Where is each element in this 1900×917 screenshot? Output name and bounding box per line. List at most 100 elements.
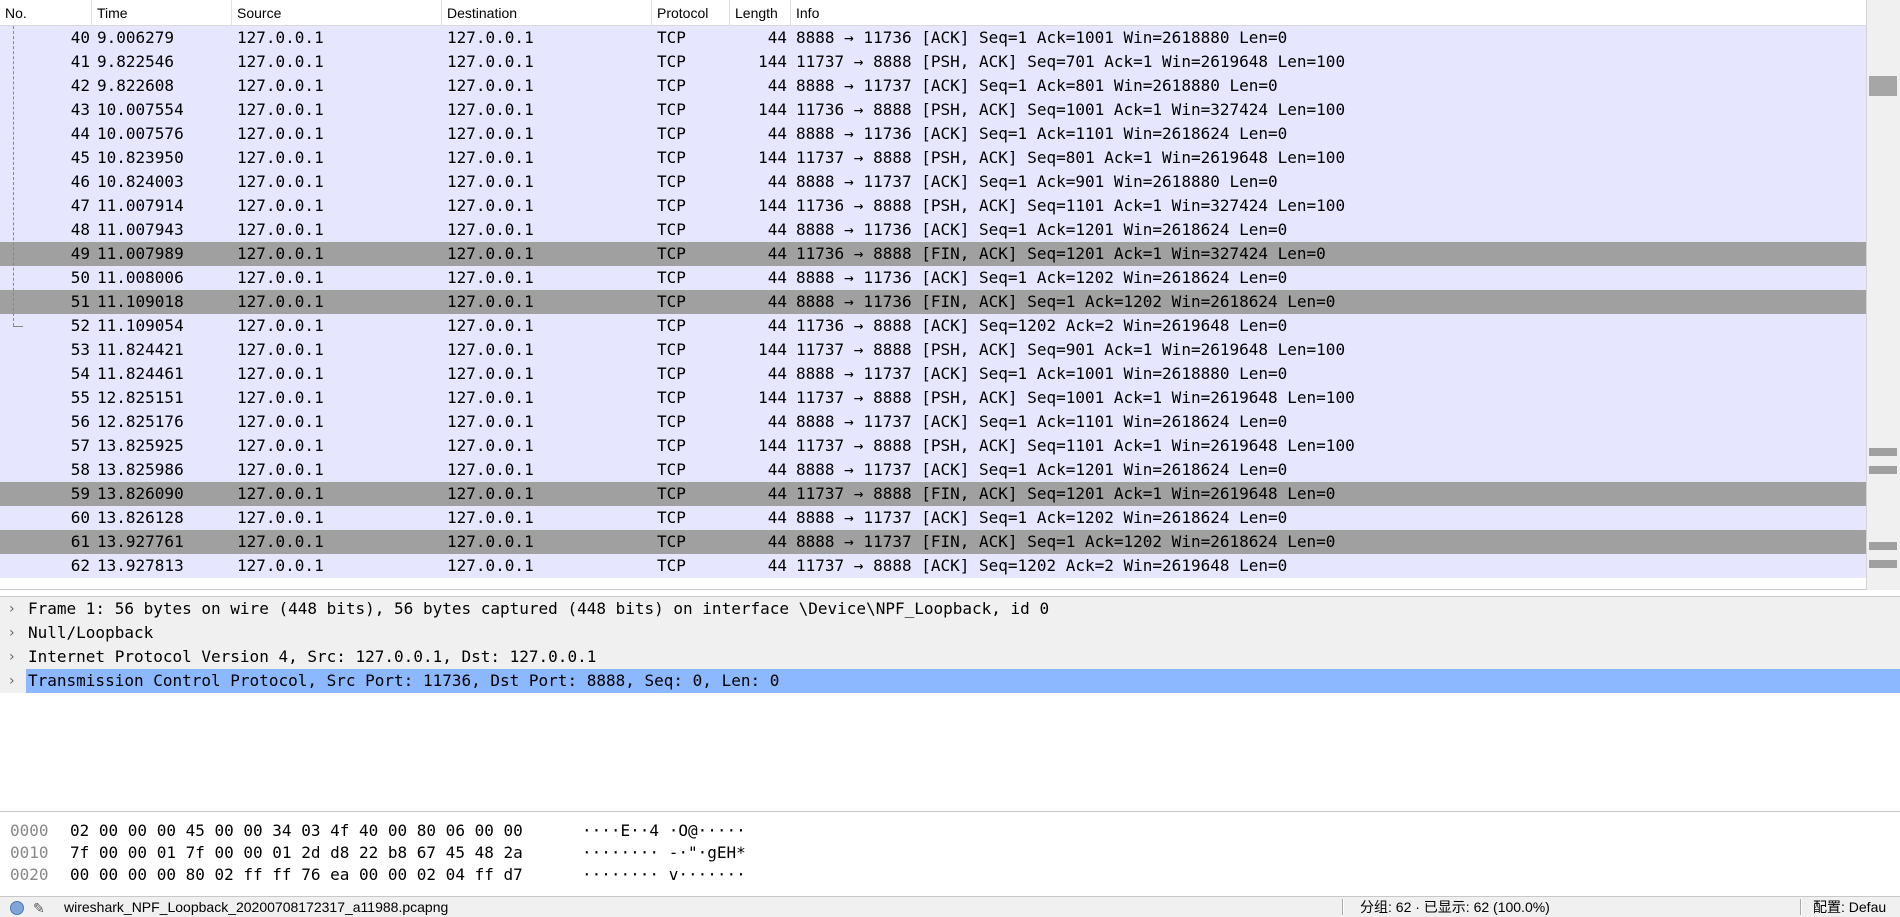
packet-row[interactable]: 45 10.823950 127.0.0.1 127.0.0.1 TCP 144 11737… bbox=[0, 146, 1866, 170]
packet-length: 44 bbox=[767, 364, 787, 383]
column-header-length[interactable]: Length bbox=[730, 0, 791, 26]
packet-source: 127.0.0.1 bbox=[237, 28, 324, 47]
chevron-right-icon[interactable]: › bbox=[9, 621, 23, 645]
packet-length: 144 bbox=[758, 340, 787, 359]
packet-row[interactable]: 49 11.007989 127.0.0.1 127.0.0.1 TCP 44 11736 … bbox=[0, 242, 1866, 266]
packet-protocol: TCP bbox=[657, 364, 686, 383]
packet-row[interactable]: 51 11.109018 127.0.0.1 127.0.0.1 TCP 44 8888 →… bbox=[0, 290, 1866, 314]
packet-row[interactable]: 53 11.824421 127.0.0.1 127.0.0.1 TCP 144 11737… bbox=[0, 338, 1866, 362]
packet-number: 59 bbox=[70, 484, 90, 503]
packet-row[interactable]: 46 10.824003 127.0.0.1 127.0.0.1 TCP 44 8888 →… bbox=[0, 170, 1866, 194]
packet-row[interactable]: 56 12.825176 127.0.0.1 127.0.0.1 TCP 44 8888 →… bbox=[0, 410, 1866, 434]
scrollbar-thumb[interactable] bbox=[1869, 76, 1897, 96]
hex-bytes[interactable]: 00 00 00 00 80 02 ff ff 76 ea 00 00 02 0… bbox=[70, 864, 523, 886]
packet-source: 127.0.0.1 bbox=[237, 412, 324, 431]
packet-destination: 127.0.0.1 bbox=[447, 388, 534, 407]
packet-number: 62 bbox=[70, 556, 90, 575]
hex-ascii[interactable]: ········ -·"·gEH* bbox=[582, 842, 746, 864]
chevron-right-icon[interactable]: › bbox=[9, 669, 23, 693]
column-header-no[interactable]: No. bbox=[0, 0, 92, 26]
packet-row[interactable]: 41 9.822546 127.0.0.1 127.0.0.1 TCP 144 11737 … bbox=[0, 50, 1866, 74]
packet-row[interactable]: 50 11.008006 127.0.0.1 127.0.0.1 TCP 44 8888 →… bbox=[0, 266, 1866, 290]
packet-info: 8888 → 11737 [FIN, ACK] Seq=1 Ack=1202 W… bbox=[796, 532, 1336, 551]
packet-row[interactable]: 55 12.825151 127.0.0.1 127.0.0.1 TCP 144 11737… bbox=[0, 386, 1866, 410]
hex-bytes[interactable]: 7f 00 00 01 7f 00 00 01 2d d8 22 b8 67 4… bbox=[70, 842, 523, 864]
packet-row[interactable]: 42 9.822608 127.0.0.1 127.0.0.1 TCP 44 8888 → … bbox=[0, 74, 1866, 98]
packet-source: 127.0.0.1 bbox=[237, 532, 324, 551]
packet-time: 11.824461 bbox=[97, 364, 184, 383]
status-packet-count: 分组: 62 · 已显示: 62 (100.0%) bbox=[1360, 899, 1550, 915]
expert-info-icon[interactable] bbox=[10, 901, 24, 915]
packet-destination: 127.0.0.1 bbox=[447, 532, 534, 551]
detail-tree-item[interactable]: › Null/Loopback bbox=[0, 621, 1900, 645]
packet-row[interactable]: 47 11.007914 127.0.0.1 127.0.0.1 TCP 144 11736… bbox=[0, 194, 1866, 218]
packet-row[interactable]: 44 10.007576 127.0.0.1 127.0.0.1 TCP 44 8888 →… bbox=[0, 122, 1866, 146]
packet-row[interactable]: 40 9.006279 127.0.0.1 127.0.0.1 TCP 44 8888 → … bbox=[0, 26, 1866, 50]
packet-protocol: TCP bbox=[657, 268, 686, 287]
packet-row[interactable]: 52 11.109054 127.0.0.1 127.0.0.1 TCP 44 11736 … bbox=[0, 314, 1866, 338]
packet-length: 44 bbox=[767, 460, 787, 479]
scrollbar-marker bbox=[1869, 448, 1897, 456]
column-header-destination[interactable]: Destination bbox=[442, 0, 652, 26]
status-profile[interactable]: 配置: Defau bbox=[1813, 897, 1886, 917]
packet-row[interactable]: 60 13.826128 127.0.0.1 127.0.0.1 TCP 44 8888 →… bbox=[0, 506, 1866, 530]
packet-protocol: TCP bbox=[657, 196, 686, 215]
packet-list-scrollbar[interactable] bbox=[1866, 0, 1900, 590]
packet-source: 127.0.0.1 bbox=[237, 124, 324, 143]
packet-info: 11737 → 8888 [PSH, ACK] Seq=801 Ack=1 Wi… bbox=[796, 148, 1346, 167]
packet-length: 44 bbox=[767, 244, 787, 263]
packet-time: 13.927813 bbox=[97, 556, 184, 575]
packet-row[interactable]: 48 11.007943 127.0.0.1 127.0.0.1 TCP 44 8888 →… bbox=[0, 218, 1866, 242]
packet-row[interactable]: 62 13.927813 127.0.0.1 127.0.0.1 TCP 44 11737 … bbox=[0, 554, 1866, 578]
packet-info: 8888 → 11737 [ACK] Seq=1 Ack=801 Win=261… bbox=[796, 76, 1278, 95]
packet-row[interactable]: 43 10.007554 127.0.0.1 127.0.0.1 TCP 144 11736… bbox=[0, 98, 1866, 122]
chevron-right-icon[interactable]: › bbox=[9, 645, 23, 669]
column-header-protocol[interactable]: Protocol bbox=[652, 0, 730, 26]
packet-time: 11.824421 bbox=[97, 340, 184, 359]
conversation-line bbox=[13, 26, 14, 326]
packet-info: 11737 → 8888 [PSH, ACK] Seq=1101 Ack=1 W… bbox=[796, 436, 1355, 455]
packet-row[interactable]: 61 13.927761 127.0.0.1 127.0.0.1 TCP 44 8888 →… bbox=[0, 530, 1866, 554]
hex-bytes[interactable]: 02 00 00 00 45 00 00 34 03 4f 40 00 80 0… bbox=[70, 820, 523, 842]
packet-source: 127.0.0.1 bbox=[237, 268, 324, 287]
packet-length: 144 bbox=[758, 388, 787, 407]
packet-protocol: TCP bbox=[657, 316, 686, 335]
column-header-time[interactable]: Time bbox=[92, 0, 232, 26]
packet-protocol: TCP bbox=[657, 172, 686, 191]
packet-number: 54 bbox=[70, 364, 90, 383]
packet-time: 13.927761 bbox=[97, 532, 184, 551]
packet-info: 8888 → 11736 [ACK] Seq=1 Ack=1201 Win=26… bbox=[796, 220, 1288, 239]
column-header-source[interactable]: Source bbox=[232, 0, 442, 26]
packet-row[interactable]: 59 13.826090 127.0.0.1 127.0.0.1 TCP 44 11737 … bbox=[0, 482, 1866, 506]
packet-source: 127.0.0.1 bbox=[237, 220, 324, 239]
hex-offset[interactable]: 0010 bbox=[10, 842, 49, 864]
packet-source: 127.0.0.1 bbox=[237, 76, 324, 95]
packet-destination: 127.0.0.1 bbox=[447, 292, 534, 311]
packet-length: 44 bbox=[767, 172, 787, 191]
packet-source: 127.0.0.1 bbox=[237, 388, 324, 407]
detail-tree-label: Null/Loopback bbox=[28, 623, 154, 642]
packet-time: 13.825925 bbox=[97, 436, 184, 455]
packet-details-pane: › Frame 1: 56 bytes on wire (448 bits), 5… bbox=[0, 596, 1900, 812]
hex-offset[interactable]: 0000 bbox=[10, 820, 49, 842]
packet-protocol: TCP bbox=[657, 460, 686, 479]
packet-list[interactable]: No. Time Source Destination Protocol Len… bbox=[0, 0, 1900, 590]
packet-protocol: TCP bbox=[657, 244, 686, 263]
edit-comment-icon[interactable]: ✎ bbox=[33, 899, 45, 917]
packet-row[interactable]: 58 13.825986 127.0.0.1 127.0.0.1 TCP 44 8888 →… bbox=[0, 458, 1866, 482]
detail-tree-item[interactable]: › Internet Protocol Version 4, Src: 127.0… bbox=[0, 645, 1900, 669]
column-header-info[interactable]: Info bbox=[791, 0, 1866, 26]
hex-offset[interactable]: 0020 bbox=[10, 864, 49, 886]
detail-tree-item[interactable]: › Transmission Control Protocol, Src Port… bbox=[0, 669, 1900, 693]
packet-protocol: TCP bbox=[657, 76, 686, 95]
packet-info: 8888 → 11737 [ACK] Seq=1 Ack=1001 Win=26… bbox=[796, 364, 1288, 383]
chevron-right-icon[interactable]: › bbox=[9, 597, 23, 621]
packet-destination: 127.0.0.1 bbox=[447, 436, 534, 455]
hex-ascii[interactable]: ····E··4 ·O@····· bbox=[582, 820, 746, 842]
packet-row[interactable]: 54 11.824461 127.0.0.1 127.0.0.1 TCP 44 8888 →… bbox=[0, 362, 1866, 386]
detail-tree-item[interactable]: › Frame 1: 56 bytes on wire (448 bits), 5… bbox=[0, 597, 1900, 621]
packet-destination: 127.0.0.1 bbox=[447, 28, 534, 47]
hex-ascii[interactable]: ········ v······· bbox=[582, 864, 746, 886]
packet-row[interactable]: 57 13.825925 127.0.0.1 127.0.0.1 TCP 144 11737… bbox=[0, 434, 1866, 458]
packet-destination: 127.0.0.1 bbox=[447, 268, 534, 287]
